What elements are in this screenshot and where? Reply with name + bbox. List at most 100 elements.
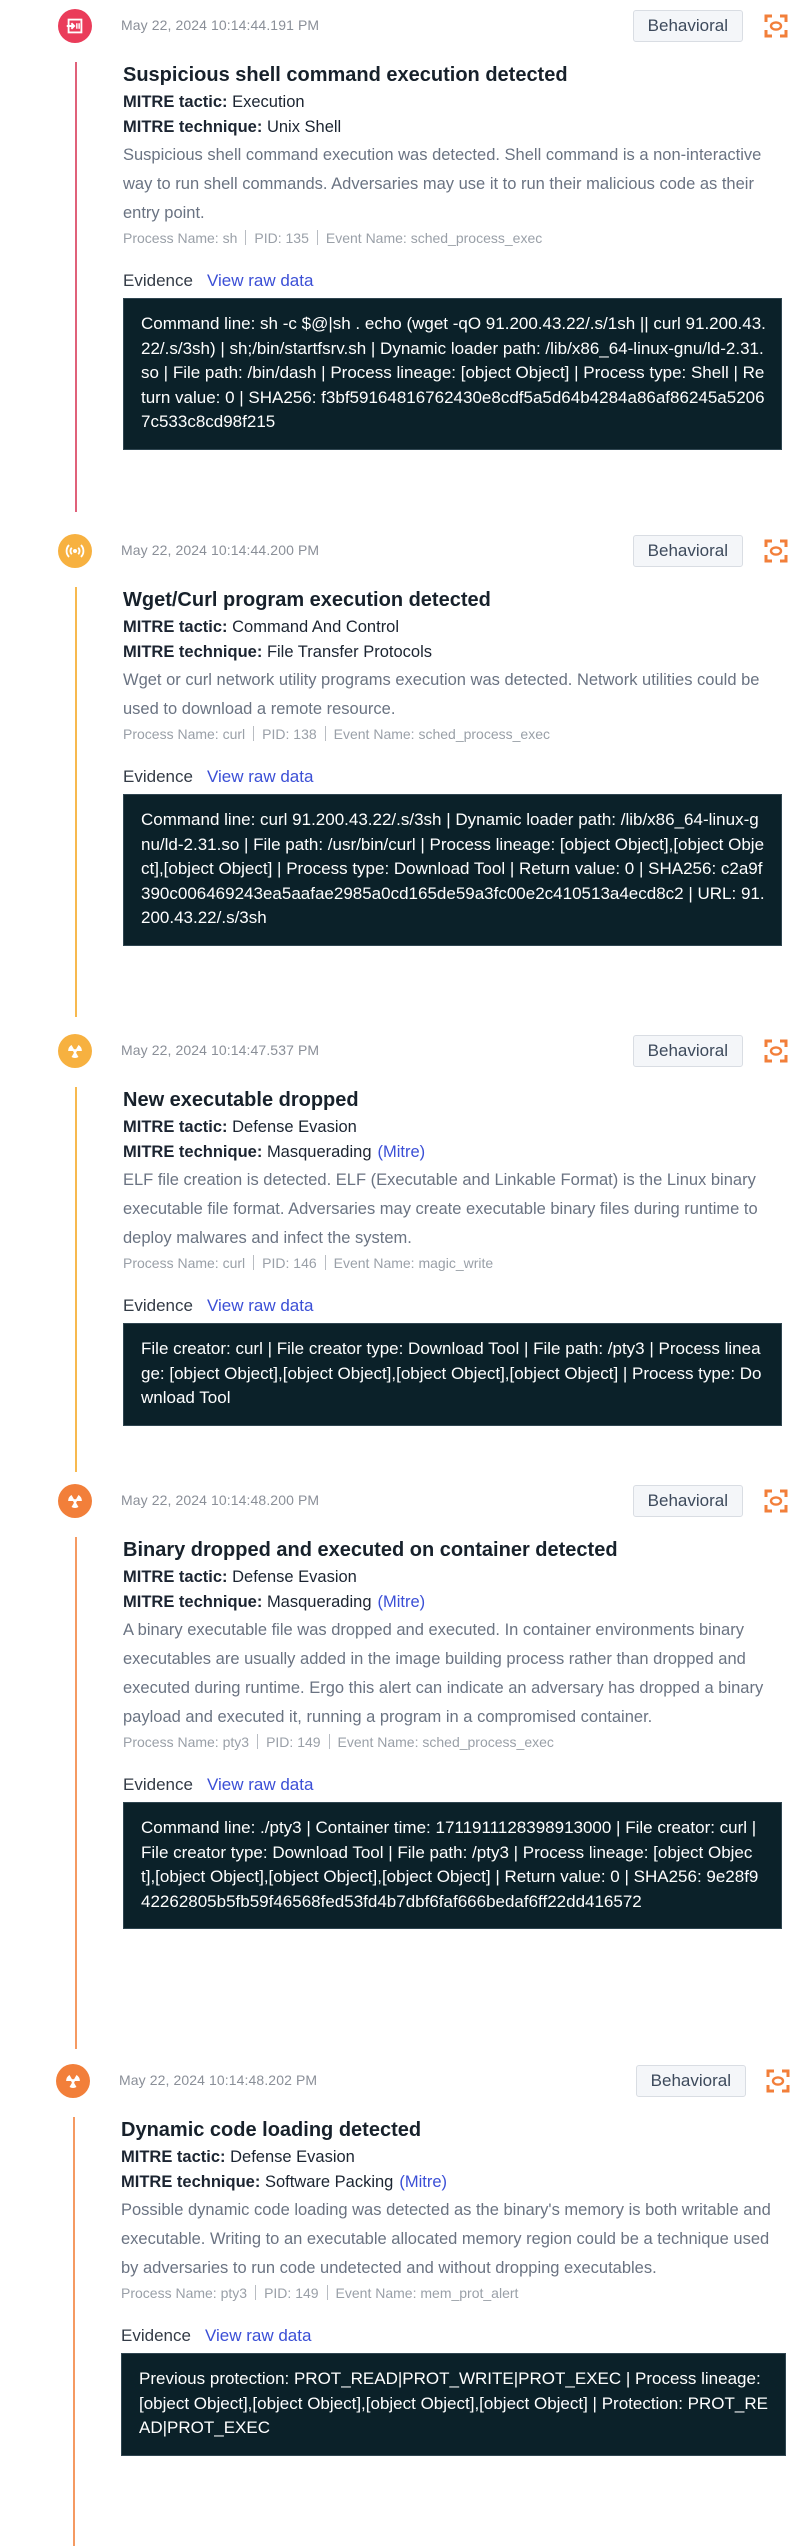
mitre-tactic-value: Execution <box>232 93 305 111</box>
evidence-label: Evidence <box>121 2326 191 2345</box>
process-name-label: Process Name: <box>123 1734 219 1750</box>
event-timestamp: May 22, 2024 10:14:48.200 PM <box>121 1492 320 1508</box>
mitre-link[interactable]: (Mitre) <box>399 2173 447 2191</box>
process-name-label: Process Name: <box>121 2285 217 2301</box>
severity-high-icon <box>58 1484 92 1518</box>
mitre-tactic-label: MITRE tactic: <box>123 1568 228 1586</box>
event-name-value: mem_prot_alert <box>420 2285 519 2301</box>
process-name-value: sh <box>222 230 238 246</box>
mitre-technique-value: File Transfer Protocols <box>266 643 432 661</box>
mitre-technique-label: MITRE technique: <box>123 1143 263 1161</box>
focus-investigate-icon[interactable] <box>764 1039 788 1063</box>
mitre-technique: MITRE technique: Masquerading (Mitre) <box>123 1140 782 1165</box>
timeline-connector <box>75 62 77 512</box>
event-name-value: sched_process_exec <box>422 1734 554 1750</box>
radioactive-icon <box>66 2075 80 2088</box>
behavioral-badge: Behavioral <box>632 10 743 42</box>
divider <box>253 1255 255 1270</box>
divider <box>245 230 247 245</box>
behavioral-badge: Behavioral <box>632 535 743 567</box>
view-raw-data-link[interactable]: View raw data <box>207 767 313 786</box>
event-name-label: Event Name: <box>333 726 415 742</box>
timeline-event: May 22, 2024 10:14:44.200 PM Behavioral … <box>0 525 800 1025</box>
process-name-value: curl <box>222 726 246 742</box>
timeline-event: May 22, 2024 10:14:47.537 PM Behavioral … <box>0 1025 800 1475</box>
view-raw-data-link[interactable]: View raw data <box>207 1775 313 1794</box>
mitre-tactic: MITRE tactic: Defense Evasion <box>123 1115 782 1140</box>
evidence-header: Evidence View raw data <box>123 766 782 788</box>
evidence-block: Command line: ./pty3 | Container time: 1… <box>123 1802 782 1929</box>
timeline-event: May 22, 2024 10:14:48.200 PM Behavioral … <box>0 1475 800 2055</box>
event-name-label: Event Name: <box>335 2285 417 2301</box>
event-description: Suspicious shell command execution was d… <box>123 146 762 222</box>
evidence-block: Previous protection: PROT_READ|PROT_WRIT… <box>121 2353 786 2456</box>
mitre-technique-label: MITRE technique: <box>123 1593 263 1611</box>
divider <box>324 726 326 741</box>
pid-label: PID: <box>262 1255 290 1271</box>
process-meta: Process Name: sh PID: 135 Event Name: sche… <box>123 228 782 248</box>
pid-value: 146 <box>293 1255 317 1271</box>
pid-value: 149 <box>297 1734 321 1750</box>
shell-entry-icon <box>66 18 83 34</box>
process-name-label: Process Name: <box>123 726 219 742</box>
mitre-tactic-label: MITRE tactic: <box>121 2148 226 2166</box>
focus-investigate-icon[interactable] <box>764 1489 788 1513</box>
mitre-technique-label: MITRE technique: <box>123 643 263 661</box>
event-title: Binary dropped and executed on container… <box>123 1539 618 1561</box>
event-title: New executable dropped <box>123 1089 359 1111</box>
divider <box>255 2285 257 2300</box>
focus-investigate-icon[interactable] <box>764 14 788 38</box>
divider <box>324 1255 326 1270</box>
severity-medium-icon <box>58 1034 92 1068</box>
timeline-connector <box>75 587 77 1017</box>
mitre-technique-value: Unix Shell <box>266 118 342 136</box>
mitre-link[interactable]: (Mitre) <box>378 1593 426 1611</box>
pid-value: 138 <box>293 726 317 742</box>
mitre-technique: MITRE technique: Software Packing (Mitre) <box>121 2170 786 2195</box>
event-name-label: Event Name: <box>333 1255 415 1271</box>
timeline-connector <box>75 1087 77 1472</box>
mitre-tactic: MITRE tactic: Command And Control <box>123 615 782 640</box>
pid-label: PID: <box>262 726 290 742</box>
divider <box>328 1734 330 1749</box>
pid-value: 149 <box>295 2285 319 2301</box>
event-title: Dynamic code loading detected <box>121 2119 422 2141</box>
process-meta: Process Name: pty3 PID: 149 Event Name: sc… <box>123 1732 782 1752</box>
event-description: Possible dynamic code loading was detect… <box>121 2201 771 2277</box>
view-raw-data-link[interactable]: View raw data <box>207 1296 313 1315</box>
event-name-label: Event Name: <box>325 230 407 246</box>
mitre-technique-value: Software Packing <box>264 2173 394 2191</box>
mitre-tactic-value: Defense Evasion <box>230 2148 355 2166</box>
mitre-technique: MITRE technique: File Transfer Protocols <box>123 640 782 665</box>
focus-investigate-icon[interactable] <box>766 2069 790 2093</box>
process-meta: Process Name: curl PID: 146 Event Name: ma… <box>123 1253 782 1273</box>
mitre-tactic: MITRE tactic: Execution <box>123 90 782 115</box>
divider <box>257 1734 259 1749</box>
mitre-link[interactable]: (Mitre) <box>378 1143 426 1161</box>
event-description: ELF file creation is detected. ELF (Exec… <box>123 1171 758 1247</box>
event-timestamp: May 22, 2024 10:14:47.537 PM <box>121 1042 320 1058</box>
view-raw-data-link[interactable]: View raw data <box>207 271 313 290</box>
process-name-label: Process Name: <box>123 1255 219 1271</box>
mitre-tactic: MITRE tactic: Defense Evasion <box>121 2145 786 2170</box>
divider <box>253 726 255 741</box>
process-name-value: pty3 <box>222 1734 250 1750</box>
pid-label: PID: <box>266 1734 294 1750</box>
view-raw-data-link[interactable]: View raw data <box>205 2326 311 2345</box>
timeline-event: May 22, 2024 10:14:48.202 PM Behavioral … <box>0 2055 800 2546</box>
severity-medium-icon <box>58 534 92 568</box>
event-description: Wget or curl network utility programs ex… <box>123 671 760 718</box>
focus-investigate-icon[interactable] <box>764 539 788 563</box>
mitre-technique-value: Masquerading <box>266 1593 372 1611</box>
event-name-label: Event Name: <box>337 1734 419 1750</box>
evidence-header: Evidence View raw data <box>123 270 782 292</box>
event-title: Wget/Curl program execution detected <box>123 589 491 611</box>
behavioral-badge: Behavioral <box>635 2065 746 2097</box>
mitre-tactic-label: MITRE tactic: <box>123 93 228 111</box>
event-description: A binary executable file was dropped and… <box>123 1621 764 1726</box>
timeline-connector <box>73 2117 75 2546</box>
mitre-technique: MITRE technique: Masquerading (Mitre) <box>123 1590 782 1615</box>
pid-value: 135 <box>285 230 309 246</box>
mitre-tactic: MITRE tactic: Defense Evasion <box>123 1565 782 1590</box>
pid-label: PID: <box>254 230 282 246</box>
